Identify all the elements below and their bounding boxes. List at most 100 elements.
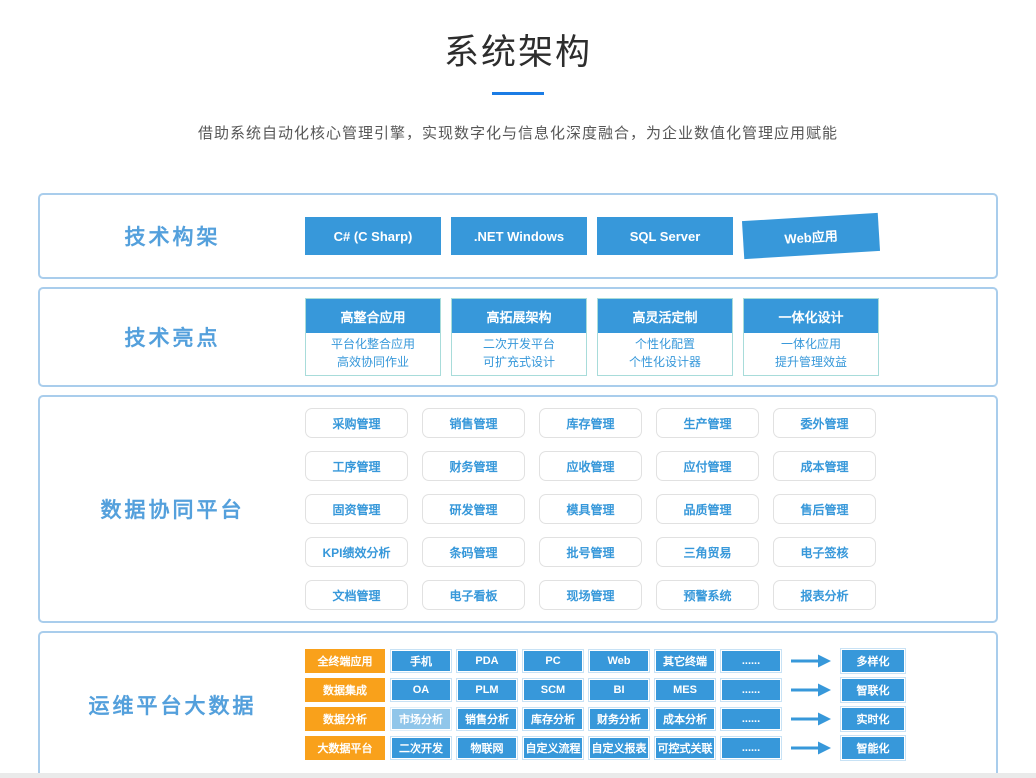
bigdata-row-integration: 数据集成 OA PLM SCM BI MES ...... 智联化 [305, 678, 905, 702]
section-highlights: 技术亮点 高整合应用 平台化整合应用 高效协同作业 高拓展架构 二次开发平台 可… [38, 287, 998, 387]
bigdata-cell[interactable]: 销售分析 [457, 708, 517, 730]
page-subtitle: 借助系统自动化核心管理引擎，实现数字化与信息化深度融合，为企业数值化管理应用赋能 [0, 122, 1036, 143]
row-tag: 数据分析 [305, 707, 385, 731]
module-chip[interactable]: 现场管理 [539, 580, 642, 610]
bigdata-cell[interactable]: Web [589, 650, 649, 672]
bigdata-result: 实时化 [841, 707, 905, 731]
bigdata-cell[interactable]: 自定义流程 [523, 737, 583, 759]
tech-button-web[interactable]: Web应用 [742, 213, 880, 259]
highlight-card-body: 一体化应用 提升管理效益 [744, 333, 878, 375]
bigdata-result: 智能化 [841, 736, 905, 760]
bigdata-cell[interactable]: 自定义报表 [589, 737, 649, 759]
module-chip[interactable]: 工序管理 [305, 451, 408, 481]
module-chip[interactable]: 库存管理 [539, 408, 642, 438]
bigdata-cell[interactable]: 二次开发 [391, 737, 451, 759]
highlight-line: 平台化整合应用 [306, 335, 440, 353]
bigdata-cell[interactable]: 库存分析 [523, 708, 583, 730]
module-chip[interactable]: 固资管理 [305, 494, 408, 524]
arrow-right-icon [791, 712, 831, 726]
architecture-diagram: 技术构架 C# (C Sharp) .NET Windows SQL Serve… [38, 193, 998, 778]
highlight-line: 提升管理效益 [744, 353, 878, 371]
page-header: 系统架构 借助系统自动化核心管理引擎，实现数字化与信息化深度融合，为企业数值化管… [0, 0, 1036, 143]
bigdata-cell-more[interactable]: ...... [721, 650, 781, 672]
bigdata-cell[interactable]: 可控式关联 [655, 737, 715, 759]
module-chip[interactable]: 电子签核 [773, 537, 876, 567]
module-chip[interactable]: 成本管理 [773, 451, 876, 481]
module-chip[interactable]: 模具管理 [539, 494, 642, 524]
section-platform-label: 数据协同平台 [40, 397, 305, 621]
module-chip[interactable]: 应付管理 [656, 451, 759, 481]
arrow-right-icon [791, 654, 831, 668]
module-chip[interactable]: 文档管理 [305, 580, 408, 610]
highlight-line: 一体化应用 [744, 335, 878, 353]
section-bigdata: 运维平台大数据 全终端应用 手机 PDA PC Web 其它终端 ...... … [38, 631, 998, 778]
page-bottom-divider [0, 773, 1036, 778]
highlight-cards: 高整合应用 平台化整合应用 高效协同作业 高拓展架构 二次开发平台 可扩充式设计… [305, 289, 996, 385]
highlight-card-integration: 高整合应用 平台化整合应用 高效协同作业 [305, 298, 441, 376]
bigdata-cell[interactable]: PDA [457, 650, 517, 672]
highlight-card-flexibility: 高灵活定制 个性化配置 个性化设计器 [597, 298, 733, 376]
arrow-right-icon [791, 741, 831, 755]
bigdata-cell[interactable]: PLM [457, 679, 517, 701]
bigdata-result: 智联化 [841, 678, 905, 702]
bigdata-cell[interactable]: 市场分析 [391, 708, 451, 730]
highlight-line: 个性化设计器 [598, 353, 732, 371]
tech-button-dotnet[interactable]: .NET Windows [451, 217, 587, 255]
module-chip[interactable]: 品质管理 [656, 494, 759, 524]
highlight-card-title: 高拓展架构 [452, 299, 586, 333]
module-chip[interactable]: 财务管理 [422, 451, 525, 481]
section-highlights-label: 技术亮点 [40, 289, 305, 385]
highlight-line: 二次开发平台 [452, 335, 586, 353]
bigdata-cell-more[interactable]: ...... [721, 708, 781, 730]
bigdata-result: 多样化 [841, 649, 905, 673]
section-platform: 数据协同平台 采购管理 销售管理 库存管理 生产管理 委外管理 工序管理 财务管… [38, 395, 998, 623]
bigdata-cell-more[interactable]: ...... [721, 737, 781, 759]
bigdata-cell[interactable]: MES [655, 679, 715, 701]
module-chip[interactable]: 售后管理 [773, 494, 876, 524]
module-chip[interactable]: KPI绩效分析 [305, 537, 408, 567]
highlight-card-body: 二次开发平台 可扩充式设计 [452, 333, 586, 375]
bigdata-cell[interactable]: 其它终端 [655, 650, 715, 672]
highlight-card-body: 平台化整合应用 高效协同作业 [306, 333, 440, 375]
tech-button-csharp[interactable]: C# (C Sharp) [305, 217, 441, 255]
module-chip[interactable]: 研发管理 [422, 494, 525, 524]
bigdata-row-terminals: 全终端应用 手机 PDA PC Web 其它终端 ...... 多样化 [305, 649, 905, 673]
module-chip[interactable]: 批号管理 [539, 537, 642, 567]
module-chip[interactable]: 生产管理 [656, 408, 759, 438]
bigdata-cell[interactable]: 成本分析 [655, 708, 715, 730]
bigdata-cell[interactable]: 财务分析 [589, 708, 649, 730]
module-grid: 采购管理 销售管理 库存管理 生产管理 委外管理 工序管理 财务管理 应收管理 … [305, 397, 876, 621]
highlight-line: 高效协同作业 [306, 353, 440, 371]
bigdata-rows: 全终端应用 手机 PDA PC Web 其它终端 ...... 多样化 数据集成… [305, 633, 905, 776]
bigdata-cell-more[interactable]: ...... [721, 679, 781, 701]
module-chip[interactable]: 预警系统 [656, 580, 759, 610]
highlight-card-title: 高整合应用 [306, 299, 440, 333]
module-chip[interactable]: 报表分析 [773, 580, 876, 610]
bigdata-cell[interactable]: PC [523, 650, 583, 672]
bigdata-cell[interactable]: 手机 [391, 650, 451, 672]
section-tech-stack: 技术构架 C# (C Sharp) .NET Windows SQL Serve… [38, 193, 998, 279]
module-chip[interactable]: 三角贸易 [656, 537, 759, 567]
module-chip[interactable]: 条码管理 [422, 537, 525, 567]
highlight-card-title: 一体化设计 [744, 299, 878, 333]
highlight-line: 可扩充式设计 [452, 353, 586, 371]
module-chip[interactable]: 应收管理 [539, 451, 642, 481]
highlight-card-body: 个性化配置 个性化设计器 [598, 333, 732, 375]
bigdata-cell[interactable]: BI [589, 679, 649, 701]
module-chip[interactable]: 电子看板 [422, 580, 525, 610]
module-chip[interactable]: 委外管理 [773, 408, 876, 438]
highlight-card-extensibility: 高拓展架构 二次开发平台 可扩充式设计 [451, 298, 587, 376]
row-tag: 数据集成 [305, 678, 385, 702]
bigdata-cell[interactable]: SCM [523, 679, 583, 701]
title-underline [492, 92, 544, 95]
highlight-card-unified: 一体化设计 一体化应用 提升管理效益 [743, 298, 879, 376]
module-chip[interactable]: 销售管理 [422, 408, 525, 438]
section-bigdata-label: 运维平台大数据 [40, 633, 305, 776]
page-title: 系统架构 [0, 0, 1036, 75]
bigdata-cell[interactable]: OA [391, 679, 451, 701]
bigdata-cell[interactable]: 物联网 [457, 737, 517, 759]
module-chip[interactable]: 采购管理 [305, 408, 408, 438]
tech-button-sqlserver[interactable]: SQL Server [597, 217, 733, 255]
bigdata-row-platform: 大数据平台 二次开发 物联网 自定义流程 自定义报表 可控式关联 ...... … [305, 736, 905, 760]
section-tech-stack-label: 技术构架 [40, 195, 305, 277]
